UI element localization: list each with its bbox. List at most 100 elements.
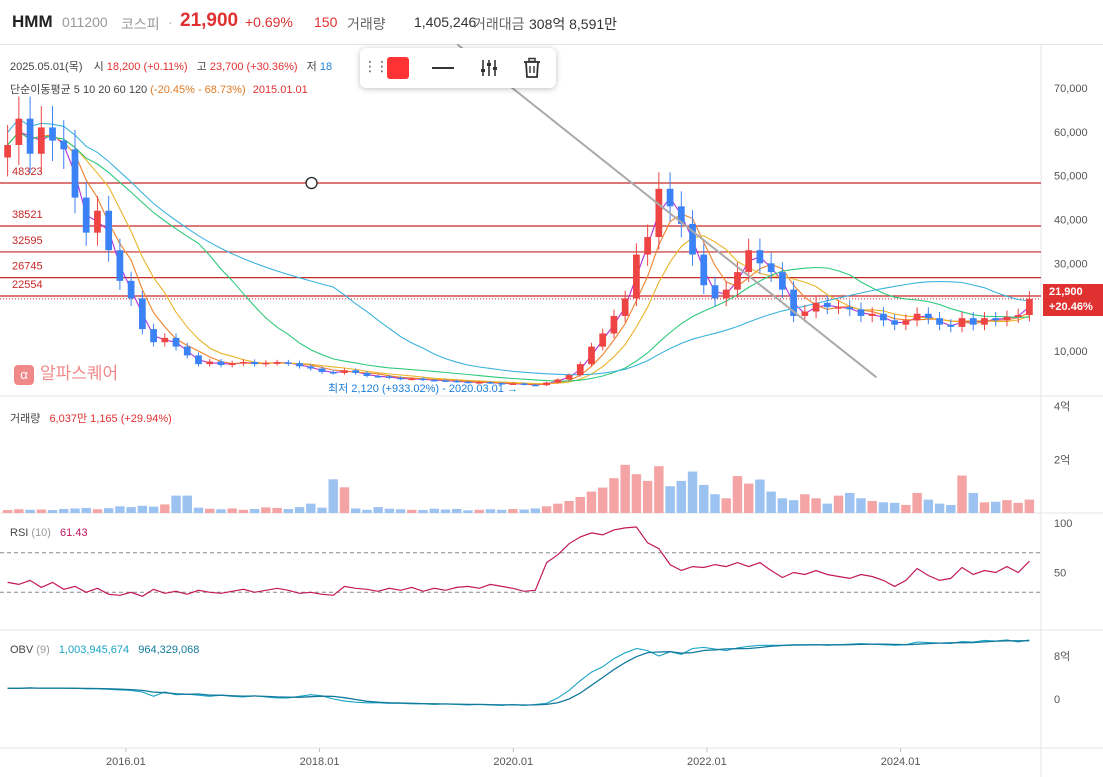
current-price-tag: 21,900 +20.46%: [1043, 284, 1103, 316]
line-style-icon[interactable]: [432, 67, 454, 69]
hline-label: 38521: [12, 209, 43, 221]
volume-bar: [743, 483, 754, 513]
hline-label: 22554: [12, 279, 43, 291]
volume-bar: [508, 508, 518, 513]
candle-body: [644, 237, 651, 255]
trash-icon[interactable]: [521, 56, 543, 80]
volume-bar: [755, 479, 765, 513]
volume-bar: [182, 495, 192, 513]
candle-body: [82, 197, 90, 233]
candle-body: [745, 250, 753, 273]
candle-body: [633, 254, 640, 299]
candle-body: [543, 382, 550, 386]
obv-legend-value2: 964,329,068: [138, 644, 200, 656]
candle-body: [116, 250, 124, 281]
volume-bar: [811, 498, 821, 513]
horizontal-price-lines[interactable]: 48323 38521 32595 26745 22554: [0, 166, 1041, 300]
ma5-line: [7, 131, 1030, 386]
candle-body: [924, 313, 932, 319]
candle-body: [195, 355, 202, 365]
volume-bar: [990, 501, 1001, 513]
rsi-series: 100 50: [0, 518, 1072, 597]
rsi-legend-value: 61.43: [60, 527, 88, 539]
min-price-annotation: 최저 2,120 (+933.02%) - 2020.03.01 →: [328, 383, 518, 395]
volume-bar: [485, 509, 496, 513]
rsi-tick-label: 50: [1054, 568, 1066, 580]
time-axis: 2016.01 2018.01 2020.01 2022.01 2024.01: [0, 747, 1103, 768]
volume-bar: [609, 478, 619, 513]
time-tick-label: 2020.01: [493, 756, 533, 768]
legend-high-value: 23,700 (+30.36%): [209, 61, 298, 73]
volume-bar: [889, 502, 900, 513]
sliders-icon[interactable]: [478, 57, 500, 79]
candle-body: [588, 346, 595, 365]
volume-bar: [193, 507, 204, 513]
volume-bar: [912, 492, 922, 513]
ma-legend-range: (-20.45% - 68.73%): [150, 84, 246, 96]
rsi-line: [7, 526, 1030, 597]
volume-bar: [317, 507, 327, 513]
candle-body: [363, 372, 371, 376]
candle-body: [936, 318, 943, 325]
candle-body: [621, 298, 629, 316]
candle-body: [880, 313, 887, 321]
volume-bar: [395, 509, 406, 513]
volume-bar: [519, 509, 529, 513]
volume-bar: [979, 502, 990, 513]
candle-body: [823, 302, 831, 308]
candle-body: [352, 370, 360, 373]
change-amount: 150: [314, 14, 338, 30]
volume-bar: [901, 504, 911, 513]
ma20-line: [7, 131, 1030, 385]
volume-bar: [777, 498, 788, 513]
volume-bar: [59, 508, 69, 513]
candle-body: [172, 337, 180, 347]
candle-body: [756, 250, 764, 264]
volume-bar: [856, 498, 866, 513]
obv-tick-label: 8억: [1054, 650, 1070, 663]
volume-bar: [384, 508, 395, 513]
candle-body: [531, 384, 539, 387]
watermark-logo: α: [14, 364, 34, 385]
volume-bar: [642, 480, 653, 513]
volume-bar: [407, 509, 417, 513]
rsi-legend-period: (10): [31, 527, 51, 539]
trendline[interactable]: [456, 44, 877, 379]
candle-body: [958, 318, 966, 327]
candle-body: [318, 368, 326, 373]
time-tick-label: 2018.01: [300, 756, 340, 768]
volume-bar: [249, 508, 260, 513]
obv-legend: OBV (9) 1,003,945,674 964,329,068: [10, 644, 199, 656]
candle-body: [26, 118, 34, 154]
volume-bar: [14, 509, 24, 513]
candle-body: [565, 375, 573, 380]
volume-bar: [81, 507, 91, 513]
volume-bar: [687, 471, 698, 513]
volume-bar: [261, 507, 271, 513]
grip-dots-icon[interactable]: ⋮⋮: [363, 58, 389, 75]
color-swatch-icon[interactable]: [387, 57, 409, 79]
ma10-line: [7, 131, 1030, 385]
volume-bar: [238, 509, 249, 513]
price-tick-label: 60,000: [1054, 127, 1088, 139]
volume-bar: [833, 495, 844, 513]
legend-low-label: 저: [306, 61, 317, 73]
market-name: 코스피: [121, 16, 160, 32]
candle-body: [138, 298, 146, 330]
candle-body: [868, 313, 876, 316]
volume-bar: [47, 510, 58, 513]
candle-body: [273, 362, 281, 364]
candle-body: [386, 376, 393, 378]
candle-body: [610, 315, 618, 334]
volume-bar: [2, 510, 13, 513]
volume-bar: [620, 464, 630, 513]
volume-bar: [710, 494, 720, 513]
volume-bar: [205, 508, 215, 513]
volume-bar: [328, 479, 338, 513]
volume-bar: [171, 495, 181, 513]
volume-bar: [283, 508, 294, 513]
stock-name[interactable]: HMM: [12, 12, 53, 32]
volume-bar: [418, 510, 428, 513]
candle-body: [778, 272, 786, 290]
candle-body: [801, 311, 809, 316]
